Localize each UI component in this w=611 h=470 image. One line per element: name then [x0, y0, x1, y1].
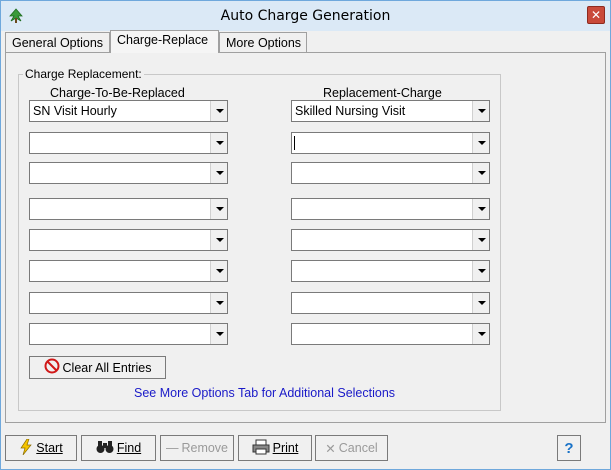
minus-icon: — [165, 441, 179, 455]
more-options-hint[interactable]: See More Options Tab for Additional Sele… [134, 386, 395, 400]
dropdown-arrow-icon[interactable] [210, 101, 227, 121]
tab-charge-replace[interactable]: Charge-Replace [110, 30, 219, 53]
group-legend: Charge Replacement: [25, 67, 142, 81]
dropdown-arrow-icon[interactable] [472, 199, 489, 219]
help-button[interactable]: ? [557, 435, 581, 461]
dropdown-arrow-icon[interactable] [472, 163, 489, 183]
combo-replacement-7[interactable] [291, 292, 490, 314]
combo-replacement-value: Skilled Nursing Visit [295, 104, 406, 118]
dropdown-arrow-icon[interactable] [210, 163, 227, 183]
find-button[interactable]: Find [81, 435, 156, 461]
start-label: Start [36, 441, 63, 455]
combo-replacement-1[interactable]: Skilled Nursing Visit [291, 100, 490, 122]
cancel-x-icon: ✕ [325, 441, 336, 456]
clear-all-entries-button[interactable]: Clear All Entries [29, 356, 166, 379]
combo-replaced-6[interactable] [29, 260, 228, 282]
combo-replaced-3[interactable] [29, 162, 228, 184]
dropdown-arrow-icon[interactable] [210, 230, 227, 250]
title-bar: Auto Charge Generation ✕ [1, 1, 610, 31]
dropdown-arrow-icon[interactable] [210, 293, 227, 313]
binoculars-icon [96, 440, 114, 457]
charge-replace-panel: Charge Replacement: Charge-To-Be-Replace… [5, 52, 606, 423]
app-window: Auto Charge Generation ✕ General Options… [0, 0, 611, 470]
clear-all-label: Clear All Entries [62, 360, 152, 375]
dropdown-arrow-icon[interactable] [210, 133, 227, 153]
dropdown-arrow-icon[interactable] [210, 199, 227, 219]
tab-more-options[interactable]: More Options [219, 32, 307, 52]
dropdown-arrow-icon[interactable] [472, 133, 489, 153]
dropdown-arrow-icon[interactable] [472, 230, 489, 250]
combo-replaced-7[interactable] [29, 292, 228, 314]
dropdown-arrow-icon[interactable] [472, 293, 489, 313]
dropdown-arrow-icon[interactable] [472, 324, 489, 344]
remove-button[interactable]: — Remove [160, 435, 234, 461]
combo-replaced-5[interactable] [29, 229, 228, 251]
column-header-replacement: Replacement-Charge [323, 86, 442, 100]
lightning-icon [19, 438, 33, 458]
combo-replaced-8[interactable] [29, 323, 228, 345]
find-label: Find [116, 441, 142, 455]
tab-general-options[interactable]: General Options [5, 32, 110, 52]
window-title: Auto Charge Generation [220, 8, 391, 24]
close-button[interactable]: ✕ [587, 6, 605, 24]
dropdown-arrow-icon[interactable] [472, 261, 489, 281]
print-label: Print [272, 441, 299, 455]
combo-replacement-4[interactable] [291, 198, 490, 220]
print-button[interactable]: Print [238, 435, 312, 461]
combo-replaced-2[interactable] [29, 132, 228, 154]
start-button[interactable]: Start [5, 435, 77, 461]
combo-replacement-8[interactable] [291, 323, 490, 345]
combo-replaced-value: SN Visit Hourly [33, 104, 117, 118]
column-header-replaced: Charge-To-Be-Replaced [50, 86, 185, 100]
help-question-icon: ? [564, 439, 574, 457]
printer-icon [252, 439, 270, 458]
dropdown-arrow-icon[interactable] [210, 261, 227, 281]
no-entry-icon [44, 358, 60, 377]
combo-replaced-4[interactable] [29, 198, 228, 220]
combo-replaced-1[interactable]: SN Visit Hourly [29, 100, 228, 122]
combo-replacement-6[interactable] [291, 260, 490, 282]
cancel-label: Cancel [338, 441, 378, 455]
text-caret [294, 136, 295, 150]
combo-replacement-3[interactable] [291, 162, 490, 184]
combo-replacement-2[interactable] [291, 132, 490, 154]
bottom-toolbar: Start Find — Remove Print ✕ Cancel ? [5, 433, 608, 463]
dropdown-arrow-icon[interactable] [210, 324, 227, 344]
remove-label: Remove [181, 441, 229, 455]
dropdown-arrow-icon[interactable] [472, 101, 489, 121]
cancel-button[interactable]: ✕ Cancel [315, 435, 388, 461]
combo-replacement-5[interactable] [291, 229, 490, 251]
